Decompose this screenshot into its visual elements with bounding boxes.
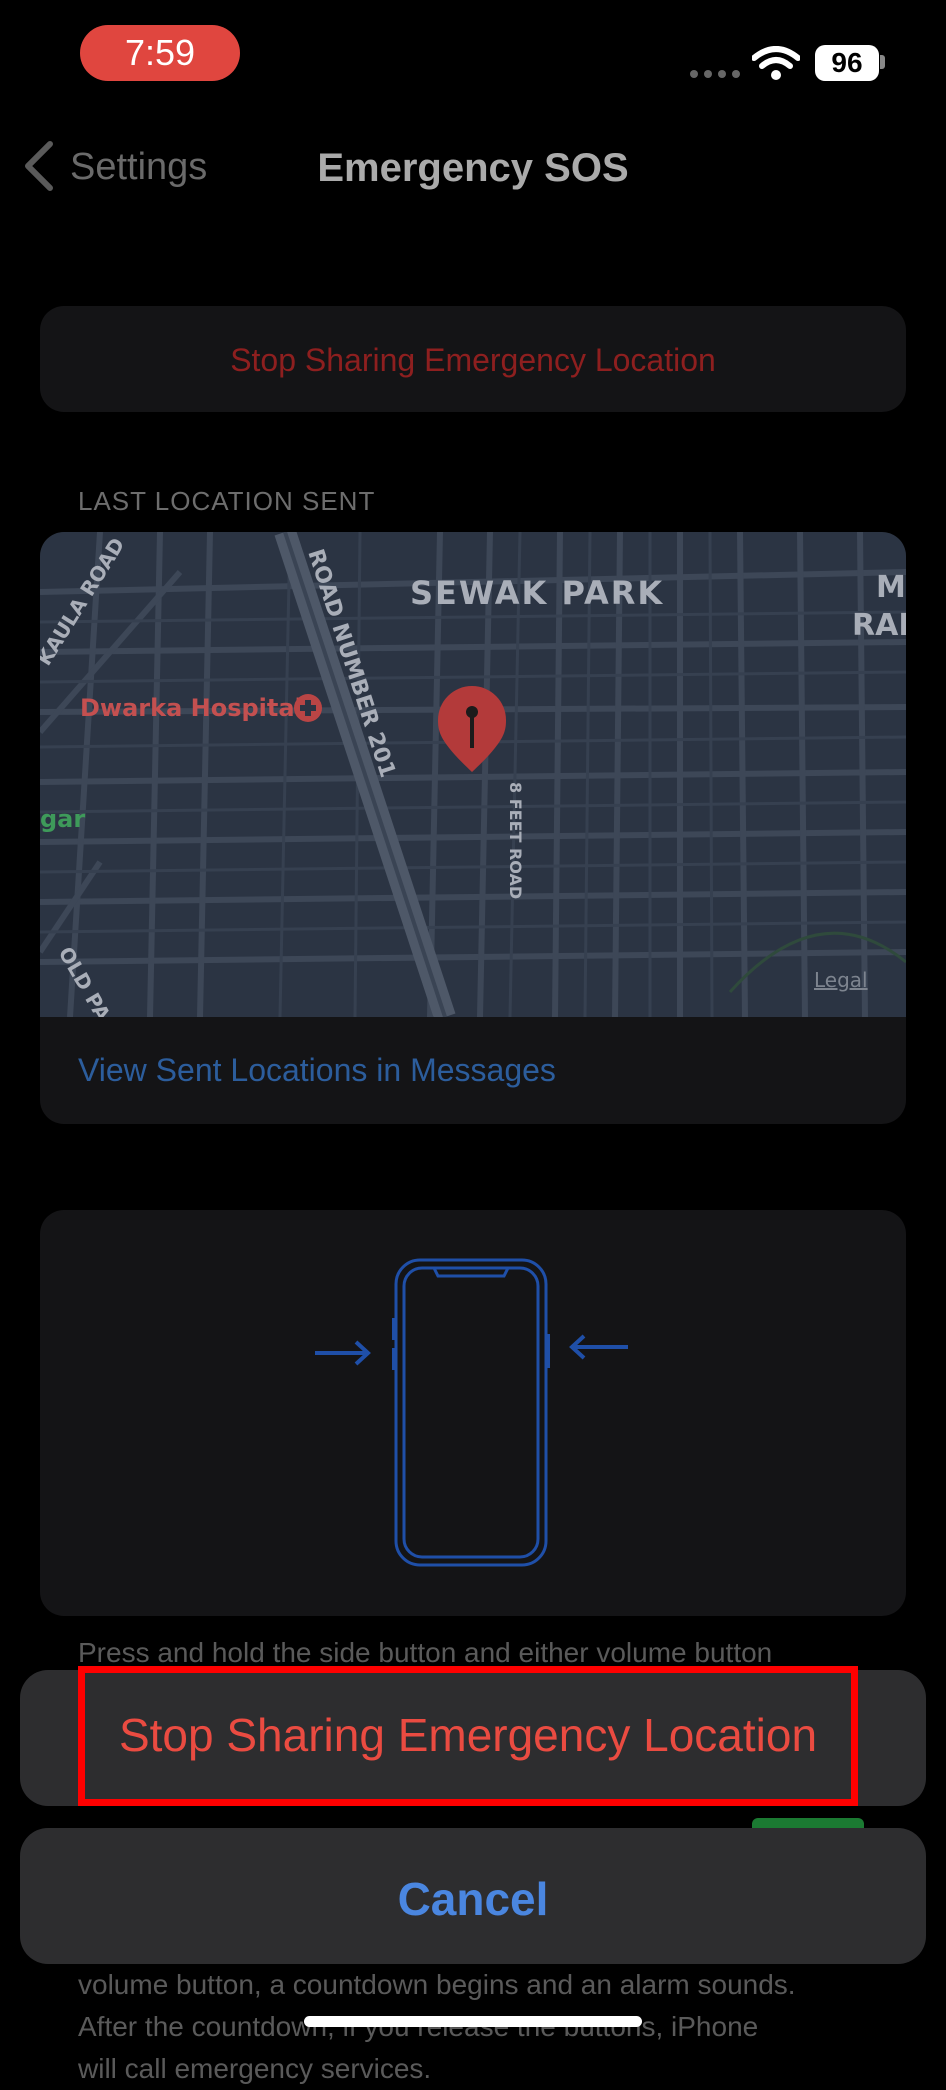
status-time: 7:59: [80, 25, 240, 81]
sos-description-text-continued: volume button, a countdown begins and an…: [78, 1964, 898, 2090]
battery-indicator: 96: [815, 45, 879, 81]
view-sent-locations-link[interactable]: View Sent Locations in Messages: [78, 1052, 556, 1089]
sos-description-line: After the countdown, if you release the …: [78, 2011, 759, 2042]
cancel-button[interactable]: Cancel: [20, 1872, 926, 1926]
map-label-ma: MA: [876, 570, 906, 605]
iphone-side-buttons-illustration: [315, 1258, 628, 1567]
map-legal-link[interactable]: Legal: [814, 968, 868, 992]
map-label-feet-road: 8 FEET ROAD: [506, 782, 525, 899]
map-label-dwarka-hospital: Dwarka Hospital: [80, 694, 303, 722]
wifi-icon: [752, 46, 800, 80]
location-map[interactable]: SEWAK PARK Dwarka Hospital ROAD NUMBER 2…: [40, 532, 906, 1017]
arrow-left-icon: [569, 1334, 628, 1360]
map-label-ram: RAM: [852, 608, 906, 643]
sos-description-line: will call emergency services.: [78, 2053, 432, 2084]
cellular-dots-icon: [690, 70, 740, 78]
map-label-sewak-park: SEWAK PARK: [410, 574, 664, 612]
page-title: Emergency SOS: [317, 146, 629, 190]
map-label-gar: gar: [40, 805, 85, 833]
arrow-right-icon: [315, 1340, 371, 1366]
hospital-icon: [294, 694, 322, 722]
last-location-card: SEWAK PARK Dwarka Hospital ROAD NUMBER 2…: [40, 532, 906, 1124]
sos-description-line: volume button, a countdown begins and an…: [78, 1969, 796, 2000]
battery-nub: [880, 55, 885, 69]
sos-illustration-card: [40, 1210, 906, 1616]
stop-sharing-emergency-location-button[interactable]: Stop Sharing Emergency Location: [78, 1708, 858, 1762]
home-indicator[interactable]: [304, 2016, 642, 2027]
stop-sharing-row-label: Stop Sharing Emergency Location: [230, 342, 716, 378]
section-header-last-location: LAST LOCATION SENT: [78, 486, 376, 516]
